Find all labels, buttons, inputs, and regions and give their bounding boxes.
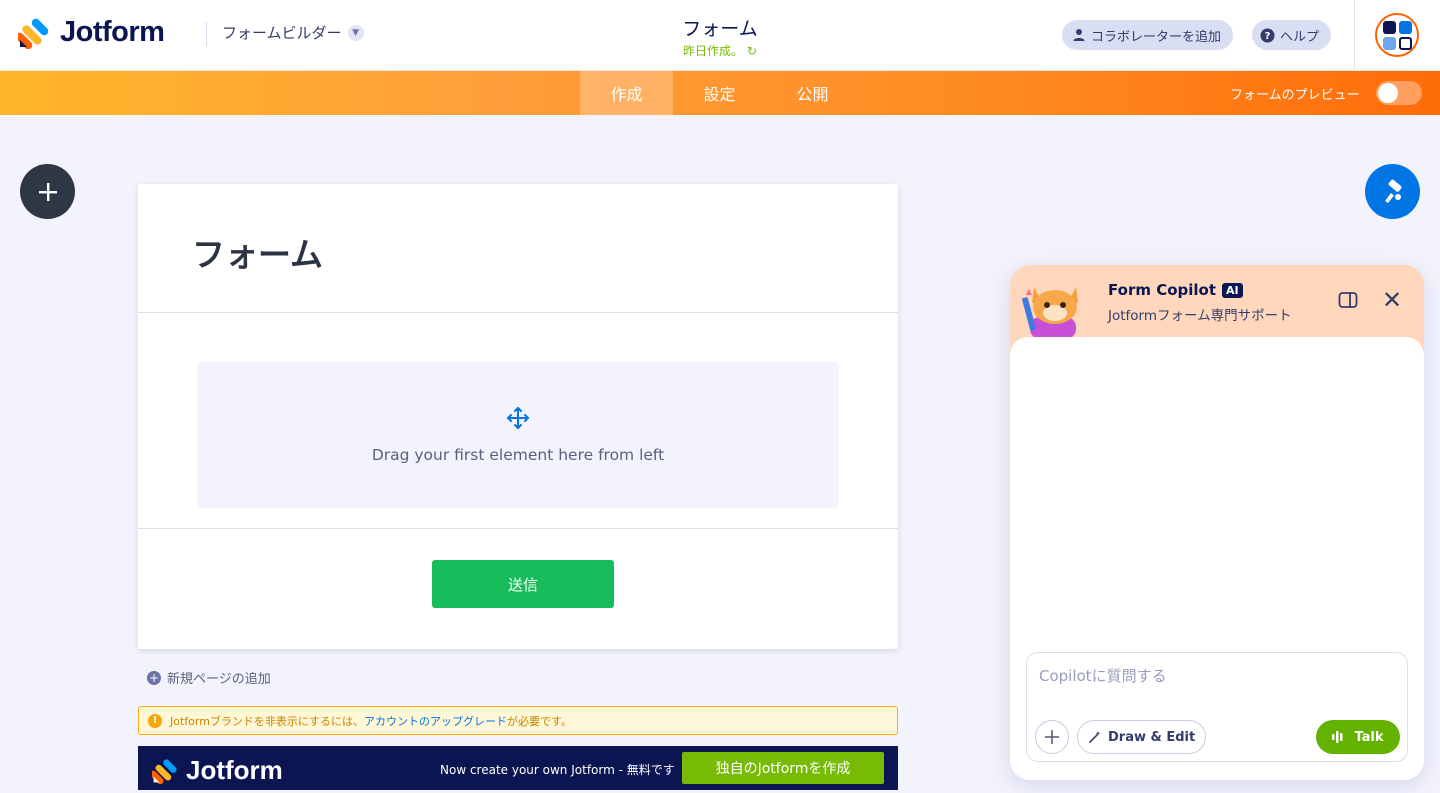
header-form-title[interactable]: フォーム (620, 14, 820, 41)
branding-warning: ! Jotformブランドを非表示にするには、アカウントのアップグレードが必要で… (138, 706, 898, 735)
form-heading[interactable]: フォーム (192, 228, 323, 276)
promo-logo[interactable]: Jotform (152, 755, 283, 786)
warning-text-after: が必要です。 (507, 714, 572, 728)
tab-publish[interactable]: 公開 (766, 71, 859, 115)
audio-bars-icon (1332, 731, 1343, 743)
dock-panel-icon[interactable] (1338, 291, 1358, 309)
copilot-chat-area: Copilotに質問する Draw & Edit Talk (1010, 337, 1424, 780)
upgrade-link[interactable]: アカウントのアップグレード (364, 715, 507, 728)
saved-status-text: 昨日作成。 (683, 44, 744, 58)
logo-text: Jotform (60, 16, 165, 48)
divider (138, 528, 898, 529)
create-own-jotform-button[interactable]: 独自のJotformを作成 (682, 752, 884, 784)
talk-button[interactable]: Talk (1316, 720, 1400, 754)
tab-settings[interactable]: 設定 (673, 71, 766, 115)
move-arrows-icon (507, 407, 529, 429)
ai-badge: AI (1222, 282, 1243, 298)
jotform-logo-icon (18, 18, 49, 49)
draw-edit-button[interactable]: Draw & Edit (1077, 720, 1207, 754)
svg-text:?: ? (1265, 31, 1271, 42)
copilot-title-text: Form Copilot (1108, 281, 1217, 299)
jotform-logo[interactable]: Jotform (18, 16, 165, 49)
form-preview-toggle[interactable] (1376, 81, 1422, 105)
builder-nav-bar: 作成 設定 公開 フォームのプレビュー (0, 71, 1440, 115)
copilot-input-box[interactable]: Copilotに質問する Draw & Edit Talk (1026, 652, 1408, 762)
form-card: フォーム Drag your first element here from l… (138, 184, 898, 649)
warning-text-before: Jotformブランドを非表示にするには、 (170, 714, 365, 728)
drop-hint: Drag your first element here from left (371, 446, 665, 464)
collab-label: コラボレーターを追加 (1091, 29, 1222, 45)
drop-zone[interactable]: Drag your first element here from left (197, 362, 839, 508)
promo-logo-text: Jotform (186, 755, 283, 785)
copilot-input-placeholder[interactable]: Copilotに質問する (1039, 665, 1167, 686)
warning-icon: ! (148, 713, 162, 728)
paint-roller-icon (1384, 179, 1401, 203)
attach-plus-button[interactable] (1035, 720, 1069, 754)
header-divider-right (1354, 0, 1355, 71)
close-icon[interactable]: ✕ (1382, 288, 1402, 312)
form-preview-label: フォームのプレビュー (1230, 88, 1360, 103)
help-button[interactable]: ? ヘルプ (1252, 20, 1332, 50)
header-divider (206, 22, 207, 46)
submit-button[interactable]: 送信 (432, 560, 614, 608)
form-copilot-panel: Form Copilot AI Jotformフォーム専門サポート ✕ Copi… (1010, 265, 1424, 780)
promo-text: Now create your own Jotform - 無料です (440, 763, 675, 777)
add-element-button[interactable] (20, 164, 75, 219)
builder-label: フォームビルダー (222, 24, 342, 42)
help-label: ヘルプ (1280, 29, 1320, 45)
magic-wand-icon (1089, 731, 1101, 743)
apps-button[interactable] (1375, 13, 1419, 57)
jotform-promo-banner: Jotform Now create your own Jotform - 無料… (138, 746, 898, 790)
copilot-title: Form Copilot AI (1108, 281, 1243, 299)
jotform-logo-icon (152, 758, 177, 784)
add-page-label: 新規ページの追加 (167, 672, 271, 687)
copilot-cat-mascot-icon (1022, 287, 1078, 339)
form-designer-button[interactable] (1365, 164, 1420, 219)
warning-text: Jotformブランドを非表示にするには、アカウントのアップグレードが必要です。 (170, 713, 572, 729)
plus-icon (1045, 730, 1059, 744)
toggle-knob (1378, 83, 1398, 103)
saved-status: 昨日作成。 ↻ (620, 42, 820, 59)
user-icon (1073, 29, 1085, 41)
top-header: Jotform フォームビルダー ▼ フォーム 昨日作成。 ↻ コラボレーターを… (0, 0, 1440, 71)
question-icon: ? (1260, 28, 1275, 42)
refresh-icon[interactable]: ↻ (747, 44, 757, 58)
add-new-page-button[interactable]: + 新規ページの追加 (147, 668, 271, 687)
talk-label: Talk (1354, 729, 1384, 745)
copilot-subtitle: Jotformフォーム専門サポート (1108, 308, 1292, 324)
tab-build[interactable]: 作成 (580, 71, 673, 115)
form-builder-dropdown[interactable]: フォームビルダー ▼ (222, 22, 364, 43)
divider (138, 312, 898, 313)
apps-grid-icon (1382, 20, 1412, 50)
form-title-area: フォーム 昨日作成。 ↻ (620, 14, 820, 59)
plus-circle-icon: + (147, 670, 161, 685)
plus-icon (38, 182, 57, 201)
add-collaborator-button[interactable]: コラボレーターを追加 (1062, 20, 1234, 50)
draw-edit-label: Draw & Edit (1108, 729, 1196, 745)
chevron-down-icon: ▼ (347, 24, 364, 41)
